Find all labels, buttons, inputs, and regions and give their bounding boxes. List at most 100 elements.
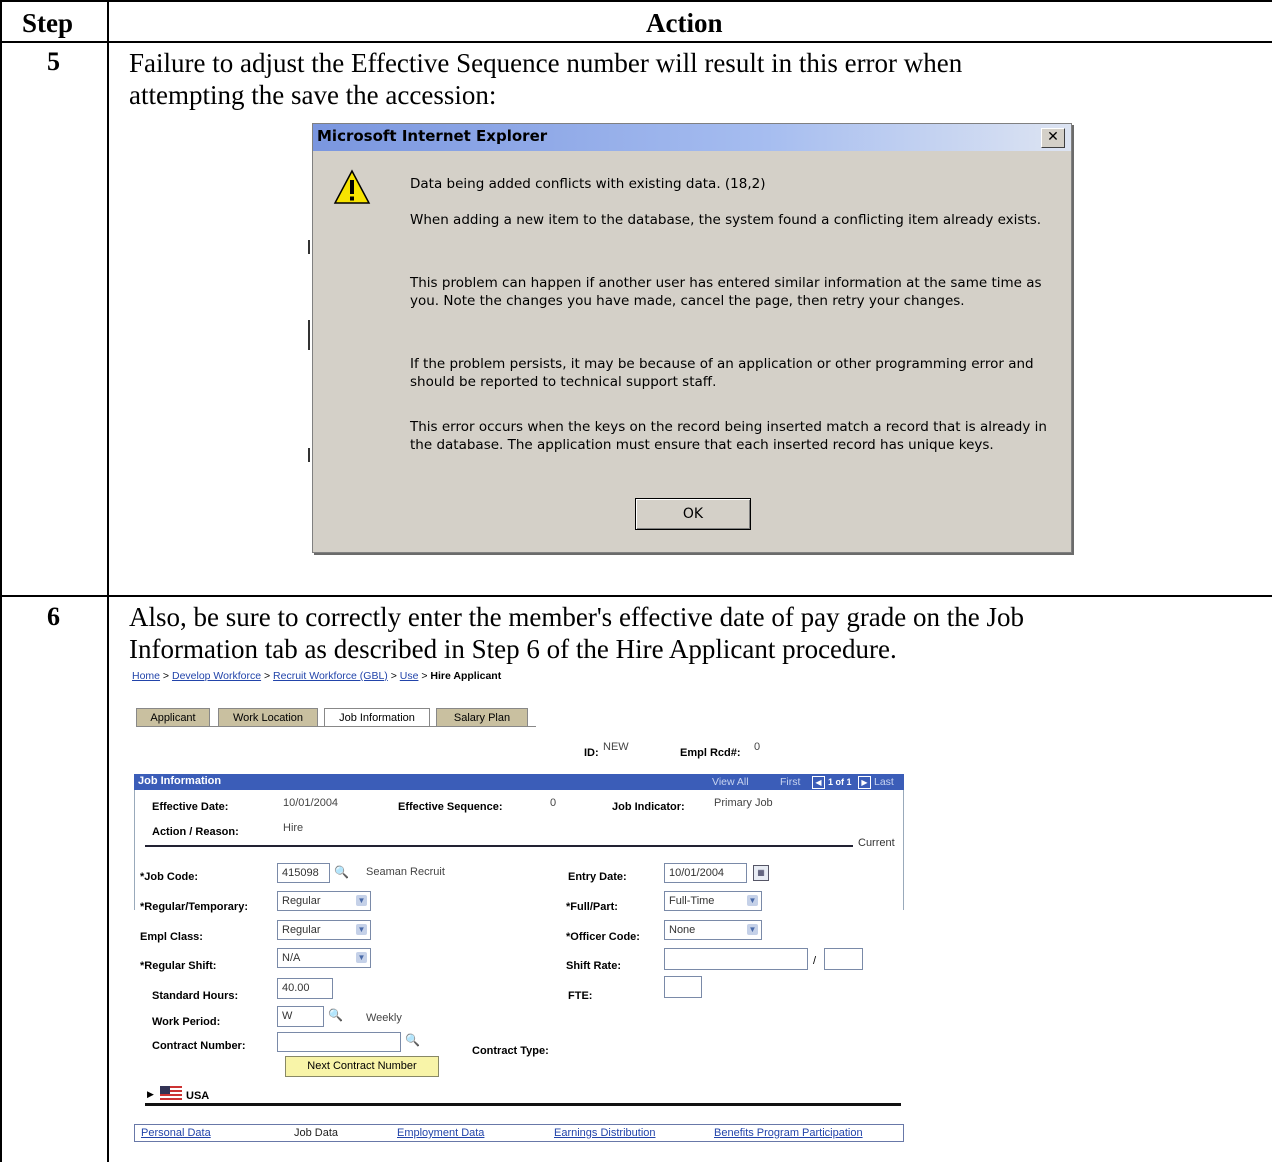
ok-button[interactable]: OK (635, 498, 751, 530)
empl-class-select[interactable]: Regular ▼ (277, 920, 371, 940)
step-number-5: 5 (47, 47, 60, 76)
full-part-select[interactable]: Full-Time ▼ (664, 891, 762, 911)
chevron-down-icon: ▼ (747, 924, 758, 935)
section-title: Job Information (138, 775, 222, 787)
header-row-divider (0, 41, 1272, 43)
breadcrumb-develop-workforce[interactable]: Develop Workforce (172, 670, 261, 682)
tab-salary-plan[interactable]: Salary Plan (436, 708, 528, 727)
full-part-label: *Full/Part: (566, 901, 618, 913)
shift-rate-field[interactable] (664, 948, 808, 970)
close-icon[interactable]: ✕ (1041, 128, 1065, 148)
empl-class-value: Regular (282, 924, 321, 936)
job-code-field[interactable]: 415098 (277, 863, 330, 883)
usa-label: USA (186, 1090, 210, 1102)
effective-sequence-label: Effective Sequence: (398, 801, 503, 813)
job-indicator-value: Primary Job (714, 797, 773, 809)
officer-code-select[interactable]: None ▼ (664, 920, 762, 940)
current-label: Current (858, 837, 895, 849)
chevron-down-icon: ▼ (356, 924, 367, 935)
officer-code-value: None (669, 924, 696, 936)
empl-class-label: Empl Class: (140, 931, 203, 943)
table-column-divider (107, 0, 109, 1162)
link-benefits-program-participation[interactable]: Benefits Program Participation (714, 1127, 863, 1139)
table-left-border (0, 0, 2, 1162)
entry-date-field[interactable]: 10/01/2004 (664, 863, 747, 883)
row5-text-line2: attempting the save the accession: (129, 80, 497, 110)
job-information-header: Job Information View All First ◀ 1 of 1 … (134, 774, 904, 790)
breadcrumb-recruit-workforce[interactable]: Recruit Workforce (GBL) (273, 670, 388, 682)
fte-field[interactable] (664, 976, 702, 998)
id-label: ID: (584, 747, 599, 759)
step-number-6: 6 (47, 602, 60, 631)
tab-work-location[interactable]: Work Location (218, 708, 318, 727)
dialog-message-3: This problem can happen if another user … (410, 275, 1042, 309)
next-arrow-icon[interactable]: ▶ (858, 776, 871, 789)
background-artifact (308, 320, 310, 350)
row6-text-line2: Information tab as described in Step 6 o… (129, 634, 897, 664)
shift-rate-unit-field[interactable] (824, 948, 863, 970)
id-value: NEW (603, 741, 629, 753)
background-artifact (308, 240, 310, 254)
link-personal-data[interactable]: Personal Data (141, 1127, 211, 1139)
dialog-message-1: Data being added conflicts with existing… (410, 176, 766, 192)
usa-flag-icon (160, 1086, 182, 1100)
current-rule (145, 845, 853, 847)
chevron-down-icon: ▼ (356, 952, 367, 963)
empl-rcd-label: Empl Rcd#: (680, 747, 741, 759)
dialog-title-bar[interactable]: Microsoft Internet Explorer ✕ (313, 124, 1071, 151)
view-all-link[interactable]: View All (712, 776, 749, 788)
effective-sequence-value: 0 (550, 797, 557, 809)
next-contract-number-button[interactable]: Next Contract Number (285, 1056, 439, 1077)
calendar-icon[interactable]: ▦ (753, 865, 769, 881)
expand-arrow-icon[interactable]: ▶ (147, 1089, 154, 1100)
regular-temporary-select[interactable]: Regular ▼ (277, 891, 371, 911)
action-reason-value: Hire (283, 822, 304, 834)
header-action: Action (646, 8, 723, 38)
regular-shift-label: *Regular Shift: (140, 960, 217, 972)
first-link[interactable]: First (780, 776, 800, 788)
job-code-label: *Job Code: (140, 871, 199, 883)
job-indicator-label: Job Indicator: (612, 801, 685, 813)
tab-job-information[interactable]: Job Information (324, 708, 430, 727)
regular-temporary-value: Regular (282, 895, 321, 907)
dialog-title: Microsoft Internet Explorer (317, 127, 548, 145)
header-step: Step (22, 8, 74, 38)
error-dialog: Microsoft Internet Explorer ✕ Data being… (312, 123, 1072, 553)
breadcrumb-sep: > (261, 670, 274, 682)
breadcrumb-sep: > (387, 670, 400, 682)
action-reason-label: Action / Reason: (152, 826, 239, 838)
work-period-label: Work Period: (152, 1016, 221, 1028)
job-code-lookup-icon[interactable]: 🔍 (334, 865, 349, 879)
prev-arrow-icon[interactable]: ◀ (812, 776, 825, 789)
tab-baseline (136, 726, 536, 727)
regular-shift-select[interactable]: N/A ▼ (277, 948, 371, 968)
row-count: 1 of 1 (828, 777, 852, 787)
contract-number-lookup-icon[interactable]: 🔍 (405, 1033, 420, 1047)
chevron-down-icon: ▼ (356, 895, 367, 906)
breadcrumb-current: Hire Applicant (430, 670, 502, 682)
breadcrumb: Home > Develop Workforce > Recruit Workf… (132, 670, 501, 682)
work-period-lookup-icon[interactable]: 🔍 (328, 1008, 343, 1022)
dialog-message-2: When adding a new item to the database, … (410, 212, 1042, 228)
work-period-description: Weekly (366, 1012, 402, 1024)
regular-shift-value: N/A (282, 952, 301, 964)
tab-applicant[interactable]: Applicant (136, 708, 210, 727)
row5-text-line1: Failure to adjust the Effective Sequence… (129, 48, 963, 78)
work-period-field[interactable]: W (277, 1006, 324, 1027)
empl-rcd-value: 0 (754, 741, 761, 753)
warning-icon (333, 169, 371, 204)
contract-number-field[interactable] (277, 1032, 401, 1052)
link-job-data[interactable]: Job Data (294, 1127, 338, 1139)
regular-temporary-label: *Regular/Temporary: (140, 901, 248, 913)
link-earnings-distribution[interactable]: Earnings Distribution (554, 1127, 656, 1139)
breadcrumb-home[interactable]: Home (132, 670, 160, 682)
last-link[interactable]: Last (874, 776, 894, 788)
link-employment-data[interactable]: Employment Data (397, 1127, 484, 1139)
breadcrumb-use[interactable]: Use (400, 670, 419, 682)
entry-date-label: Entry Date: (568, 871, 627, 883)
background-artifact (308, 448, 310, 462)
job-code-description: Seaman Recruit (366, 866, 445, 878)
standard-hours-field[interactable]: 40.00 (277, 978, 333, 999)
usa-rule (145, 1103, 901, 1106)
section-frame (134, 790, 904, 910)
